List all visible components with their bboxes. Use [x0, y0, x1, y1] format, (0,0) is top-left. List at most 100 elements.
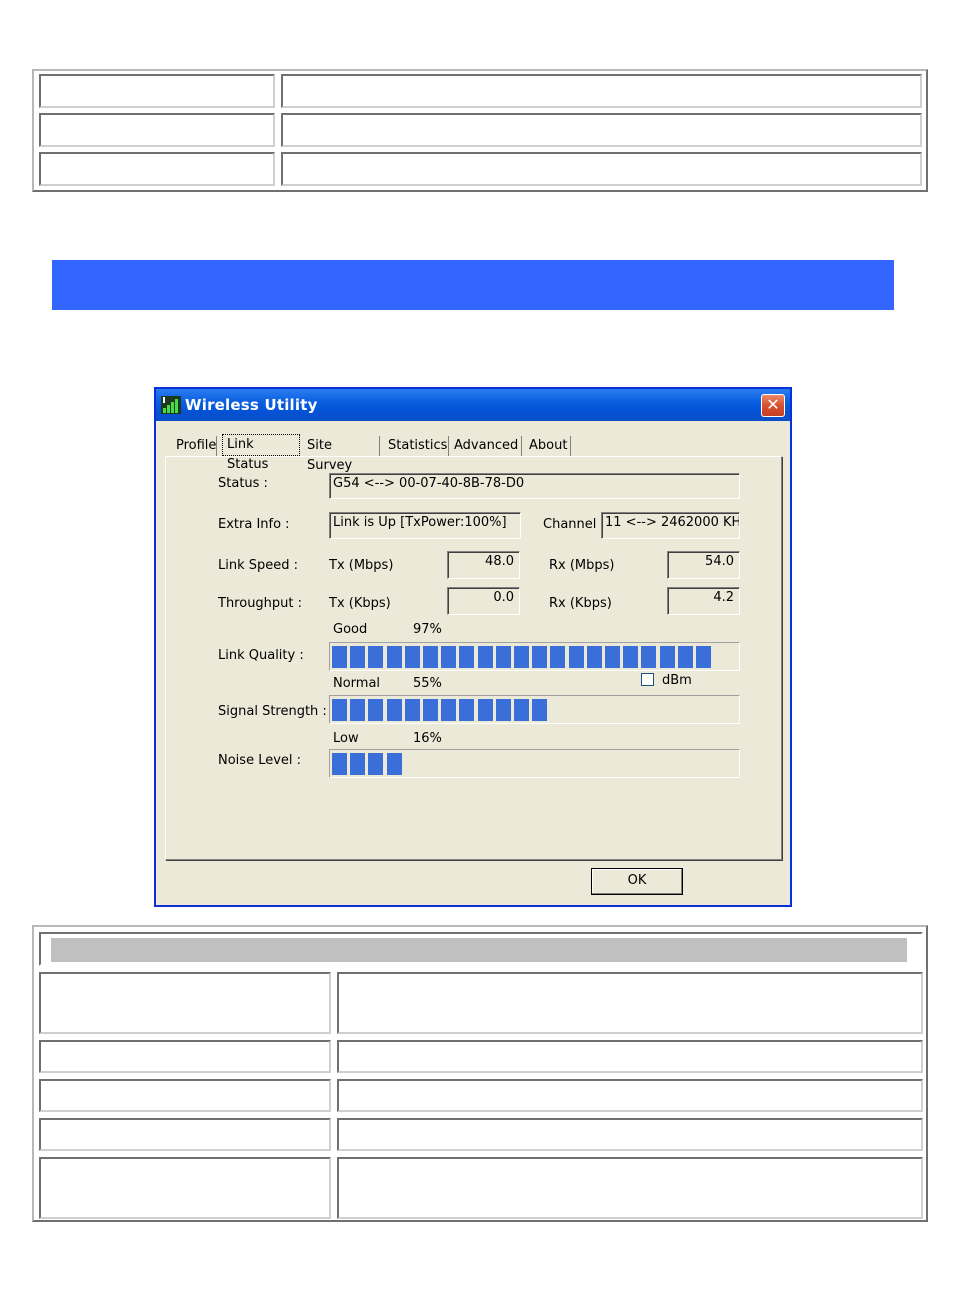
noise-level-percent: 16%: [413, 731, 442, 746]
level-segment: [623, 646, 639, 668]
level-segment: [696, 646, 711, 668]
level-segment: [350, 699, 366, 721]
level-segment: [532, 699, 548, 721]
dbm-checkbox[interactable]: [641, 673, 654, 686]
level-segment: [350, 753, 366, 775]
top-table-cell: [281, 74, 922, 108]
link-speed-label: Link Speed :: [218, 558, 299, 573]
extra-info-label: Extra Info :: [218, 517, 290, 532]
level-segment: [441, 646, 457, 668]
link-quality-percent: 97%: [413, 622, 442, 637]
throughput-rx-field: 4.2: [667, 587, 740, 615]
ok-button[interactable]: OK: [591, 868, 683, 895]
top-table-cell: [39, 113, 275, 147]
signal-strength-bar: [329, 695, 740, 724]
level-segment: [605, 646, 620, 668]
link-status-panel: Status : G54 <--> 00-07-40-8B-78-D0 Extr…: [165, 456, 782, 860]
section-banner: [52, 260, 894, 310]
link-speed-tx-field: 48.0: [447, 551, 520, 579]
level-segment: [586, 646, 602, 668]
bottom-table-cell: [39, 1079, 331, 1112]
noise-level-rating: Low: [333, 731, 359, 746]
level-segment: [514, 699, 529, 721]
bottom-table-cell: [337, 1157, 923, 1219]
channel-field: 11 <--> 2462000 KHz: [601, 512, 740, 539]
link-speed-rx-label: Rx (Mbps): [549, 558, 615, 573]
close-button[interactable]: ✕: [761, 394, 785, 417]
level-segment: [459, 699, 475, 721]
level-segment: [404, 646, 420, 668]
level-segment: [332, 699, 347, 721]
level-segment: [423, 699, 438, 721]
level-segment: [495, 699, 511, 721]
bottom-table-cell: [337, 972, 923, 1034]
level-segment: [477, 699, 493, 721]
channel-label: Channel :: [543, 517, 605, 532]
bottom-table-cell: [39, 1040, 331, 1073]
signal-strength-percent: 55%: [413, 676, 442, 691]
level-segment: [568, 646, 584, 668]
level-segment: [441, 699, 457, 721]
bottom-table-cell: [337, 1118, 923, 1151]
tab-profile[interactable]: Profile: [174, 436, 217, 456]
link-quality-bar: [329, 642, 740, 671]
signal-bars-icon: [161, 396, 181, 414]
level-segment: [677, 646, 693, 668]
top-table: [32, 69, 928, 192]
level-segment: [641, 646, 657, 668]
level-segment: [386, 753, 402, 775]
level-segment: [368, 753, 384, 775]
throughput-tx-label: Tx (Kbps): [329, 596, 391, 611]
top-table-cell: [281, 152, 922, 186]
top-table-cell: [39, 74, 275, 108]
link-speed-rx-field: 54.0: [667, 551, 740, 579]
tab-advanced[interactable]: Advanced: [454, 436, 522, 456]
noise-level-bar: [329, 749, 740, 778]
bottom-table-header: [39, 932, 923, 966]
level-segment: [350, 646, 366, 668]
header-bar: [51, 938, 907, 962]
tab-site-survey[interactable]: Site Survey: [307, 436, 380, 473]
level-segment: [332, 646, 347, 668]
level-segment: [332, 753, 347, 775]
bottom-table-cell: [39, 972, 331, 1034]
level-segment: [495, 646, 511, 668]
level-segment: [514, 646, 529, 668]
bottom-table-cell: [337, 1079, 923, 1112]
link-quality-label: Link Quality :: [218, 648, 304, 663]
dbm-label: dBm: [662, 673, 692, 688]
status-label: Status :: [218, 476, 268, 491]
bottom-table: [32, 925, 928, 1222]
signal-strength-rating: Normal: [333, 676, 381, 691]
top-table-cell: [39, 152, 275, 186]
level-segment: [386, 646, 402, 668]
tab-statistics[interactable]: Statistics: [388, 436, 449, 456]
level-segment: [477, 646, 493, 668]
level-segment: [368, 699, 384, 721]
level-segment: [386, 699, 402, 721]
extra-info-field: Link is Up [TxPower:100%]: [329, 512, 521, 539]
tab-about[interactable]: About: [529, 436, 571, 456]
title-bar[interactable]: Wireless Utility ✕: [156, 389, 790, 421]
window-title: Wireless Utility: [185, 396, 318, 414]
level-segment: [368, 646, 384, 668]
wireless-utility-window: Wireless Utility ✕ Profile Link Status S…: [154, 387, 792, 907]
bottom-table-cell: [39, 1157, 331, 1219]
bottom-table-cell: [337, 1040, 923, 1073]
level-segment: [423, 646, 438, 668]
level-segment: [532, 646, 548, 668]
throughput-rx-label: Rx (Kbps): [549, 596, 612, 611]
throughput-label: Throughput :: [218, 596, 303, 611]
level-segment: [550, 646, 566, 668]
throughput-tx-field: 0.0: [447, 587, 520, 615]
tab-link-status[interactable]: Link Status: [222, 434, 300, 472]
signal-strength-label: Signal Strength :: [218, 704, 327, 719]
link-quality-rating: Good: [333, 622, 368, 637]
top-table-cell: [281, 113, 922, 147]
status-field: G54 <--> 00-07-40-8B-78-D0: [329, 473, 740, 499]
level-segment: [659, 646, 675, 668]
noise-level-label: Noise Level :: [218, 753, 302, 768]
level-segment: [404, 699, 420, 721]
link-speed-tx-label: Tx (Mbps): [329, 558, 394, 573]
level-segment: [459, 646, 475, 668]
